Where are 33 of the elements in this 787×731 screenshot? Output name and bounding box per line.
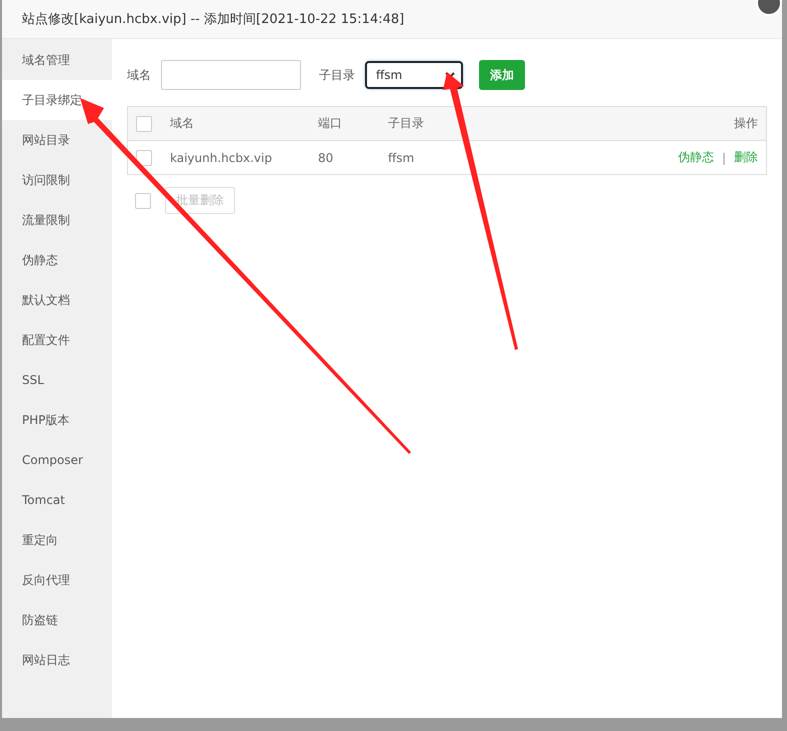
sidebar-item[interactable]: Composer	[2, 440, 112, 480]
sidebar-item[interactable]: 子目录绑定	[2, 80, 112, 120]
table-cell-text: kaiyunh.hcbx.vip	[170, 150, 273, 164]
select-all-checkbox[interactable]	[136, 116, 152, 132]
sidebar-item[interactable]: 网站日志	[2, 640, 112, 680]
sidebar-item[interactable]: 流量限制	[2, 200, 112, 240]
sidebar-item[interactable]: 配置文件	[2, 320, 112, 360]
sidebar-item[interactable]: Tomcat	[2, 480, 112, 520]
sidebar-item[interactable]: 网站目录	[2, 120, 112, 160]
table-cell-text: ffsm	[388, 150, 416, 164]
action-link[interactable]: 伪静态	[678, 149, 714, 166]
subdirectory-label: 子目录	[319, 66, 355, 84]
sidebar-item[interactable]: SSL	[2, 360, 112, 400]
column-header: 操作	[733, 115, 758, 132]
sidebar-item[interactable]: 重定向	[2, 520, 112, 560]
row-checkbox[interactable]	[136, 150, 152, 166]
window-title: 站点修改[kaiyun.hcbx.vip] -- 添加时间[2021-10-22 15:14:48]	[22, 11, 404, 28]
sidebar-item[interactable]: 伪静态	[2, 240, 112, 280]
column-header: 子目录	[388, 115, 425, 132]
action-separator: |	[722, 150, 726, 164]
batch-checkbox[interactable]	[135, 192, 151, 208]
sidebar-item[interactable]: 域名管理	[2, 40, 112, 80]
sidebar-item[interactable]: 防盗链	[2, 600, 112, 640]
column-header: 域名	[170, 115, 195, 132]
sidebar-item[interactable]: 默认文档	[2, 280, 112, 320]
sidebar-item[interactable]: 访问限制	[2, 160, 112, 200]
table-cell-text: 80	[318, 150, 334, 164]
sidebar-item[interactable]: 反向代理	[2, 560, 112, 600]
column-header: 端口	[318, 115, 343, 132]
sidebar-item[interactable]: PHP版本	[2, 400, 112, 440]
domain-input-field[interactable]	[161, 60, 301, 90]
chevron-down-icon	[445, 72, 455, 78]
domain-label: 域名	[127, 66, 151, 84]
